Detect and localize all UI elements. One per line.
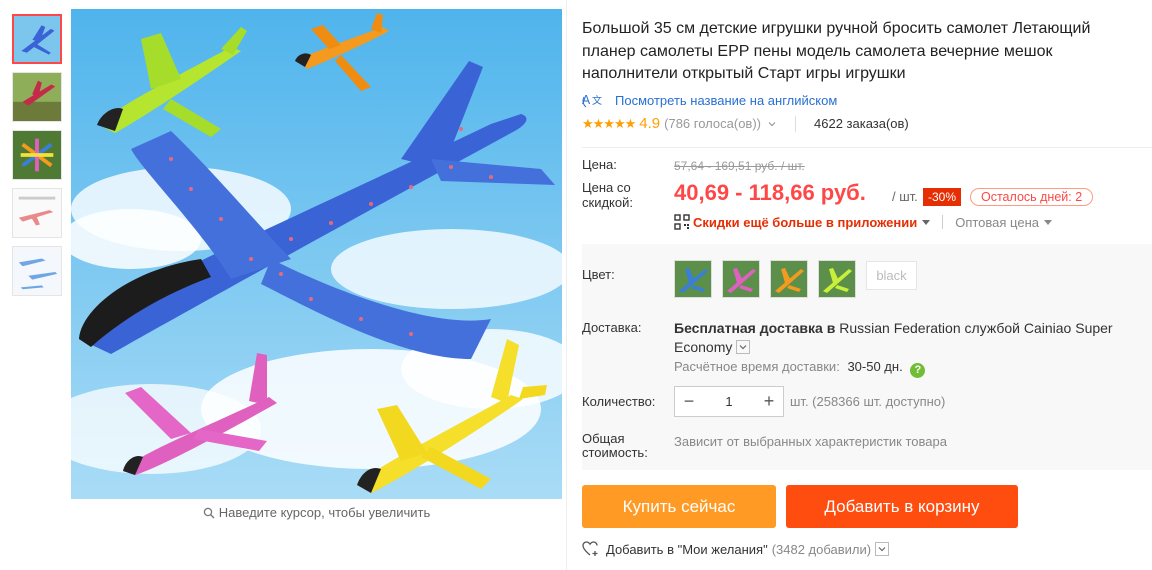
delivery-dropdown[interactable] <box>736 340 751 354</box>
color-label: Цвет: <box>582 267 615 282</box>
divider <box>582 147 1152 148</box>
delivery-info: Бесплатная доставка в Russian Federation… <box>674 319 1134 357</box>
wishlist-dropdown[interactable] <box>875 542 890 556</box>
swatch-pink[interactable] <box>722 260 760 298</box>
rating-value: 4.9 <box>639 115 661 132</box>
chevron-down-icon <box>878 547 886 552</box>
swatch-blue[interactable] <box>674 260 712 298</box>
zoom-hint-text: Наведите курсор, чтобы увеличить <box>218 505 431 520</box>
add-to-cart-button[interactable]: Добавить в корзину <box>786 485 1018 528</box>
quantity-label: Количество: <box>582 394 656 409</box>
divider <box>942 215 944 229</box>
chevron-down-icon[interactable] <box>767 119 777 129</box>
product-title: Большой 35 см детские игрушки ручной бро… <box>582 20 1091 82</box>
swatch-orange[interactable] <box>770 260 808 298</box>
discount-badge: -30% <box>923 188 962 206</box>
wholesale-price-link[interactable]: Оптовая цена <box>955 215 1039 230</box>
quantity-stepper: − 1 + <box>674 386 784 417</box>
divider <box>795 115 796 132</box>
zoom-hint: Наведите курсор, чтобы увеличить <box>71 505 562 520</box>
discount-price: 40,69 - 118,66 руб. <box>674 180 866 205</box>
svg-text:文: 文 <box>592 94 602 107</box>
wishlist-row[interactable]: Добавить в "Мои желания" (3482 добавили) <box>582 541 890 557</box>
app-discount-row: Скидки ещё больше в приложении Оптовая ц… <box>674 214 1052 230</box>
total-value: Зависит от выбранных характеристик товар… <box>674 434 947 449</box>
price-label: Цена: <box>582 157 617 172</box>
help-icon[interactable]: ? <box>910 363 926 378</box>
heart-plus-icon[interactable] <box>582 541 600 557</box>
app-discount-link[interactable]: Скидки ещё больше в приложении <box>693 215 917 230</box>
delivery-time-value: 30-50 дн. <box>847 359 903 374</box>
orders-count: 4622 заказа(ов) <box>814 116 909 131</box>
translate-link-text[interactable]: Посмотреть название на английском <box>615 93 837 108</box>
quantity-input[interactable]: 1 <box>703 394 755 409</box>
days-left-badge: Осталось дней: 2 <box>970 188 1094 206</box>
thumbnail-2[interactable] <box>12 72 62 122</box>
free-delivery-text: Бесплатная доставка в <box>674 320 836 336</box>
translate-link[interactable]: A文 Посмотреть название на английском <box>582 91 837 109</box>
search-icon <box>203 507 215 519</box>
caret-down-icon[interactable] <box>922 218 931 226</box>
swatch-green[interactable] <box>818 260 856 298</box>
wishlist-count: (3482 добавили) <box>771 541 872 557</box>
chevron-down-icon <box>739 345 747 350</box>
wishlist-link[interactable]: Добавить в "Мои желания" <box>606 542 768 557</box>
quantity-plus-button[interactable]: + <box>755 387 783 416</box>
column-divider <box>566 0 567 570</box>
rating-row: ★★★★★ 4.9 (786 голоса(ов)) 4622 заказа(о… <box>582 115 909 132</box>
per-unit: / шт. <box>892 189 918 204</box>
delivery-label: Доставка: <box>582 320 642 335</box>
main-product-image[interactable] <box>71 9 562 499</box>
thumbnail-3[interactable] <box>12 130 62 180</box>
color-swatches: black <box>674 260 927 298</box>
thumbnail-5[interactable] <box>12 246 62 296</box>
quantity-available: шт. (258366 шт. доступно) <box>790 394 946 409</box>
delivery-time: Расчётное время доставки: 30-50 дн. ? <box>674 359 926 378</box>
buy-now-button[interactable]: Купить сейчас <box>582 485 776 528</box>
qr-code-icon <box>674 214 690 230</box>
thumbnail-strip <box>12 14 64 304</box>
discount-price-label: Цена со скидкой: <box>582 180 633 210</box>
thumbnail-4[interactable] <box>12 188 62 238</box>
thumbnail-1[interactable] <box>12 14 62 64</box>
swatch-black[interactable]: black <box>866 261 917 290</box>
caret-down-icon[interactable] <box>1044 218 1052 226</box>
total-label: Общая стоимость: <box>582 431 648 460</box>
votes-count[interactable]: (786 голоса(ов)) <box>664 116 761 131</box>
translate-icon: A文 <box>582 93 602 108</box>
quantity-minus-button[interactable]: − <box>675 387 703 416</box>
rating-stars-icon: ★★★★★ <box>582 115 636 131</box>
old-price: 57,64 - 169,51 руб. / шт. <box>674 159 805 173</box>
delivery-time-label: Расчётное время доставки: <box>674 359 840 374</box>
